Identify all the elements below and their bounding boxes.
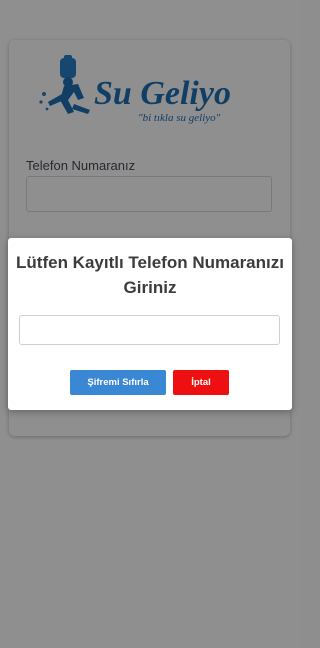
cancel-button[interactable]: İptal xyxy=(173,370,229,395)
reset-password-dialog: Lütfen Kayıtlı Telefon Numaranızı Girini… xyxy=(8,238,292,410)
registered-phone-input[interactable] xyxy=(19,315,280,345)
reset-password-button[interactable]: Şifremi Sıfırla xyxy=(70,370,166,395)
dialog-title: Lütfen Kayıtlı Telefon Numaranızı Girini… xyxy=(16,253,284,297)
